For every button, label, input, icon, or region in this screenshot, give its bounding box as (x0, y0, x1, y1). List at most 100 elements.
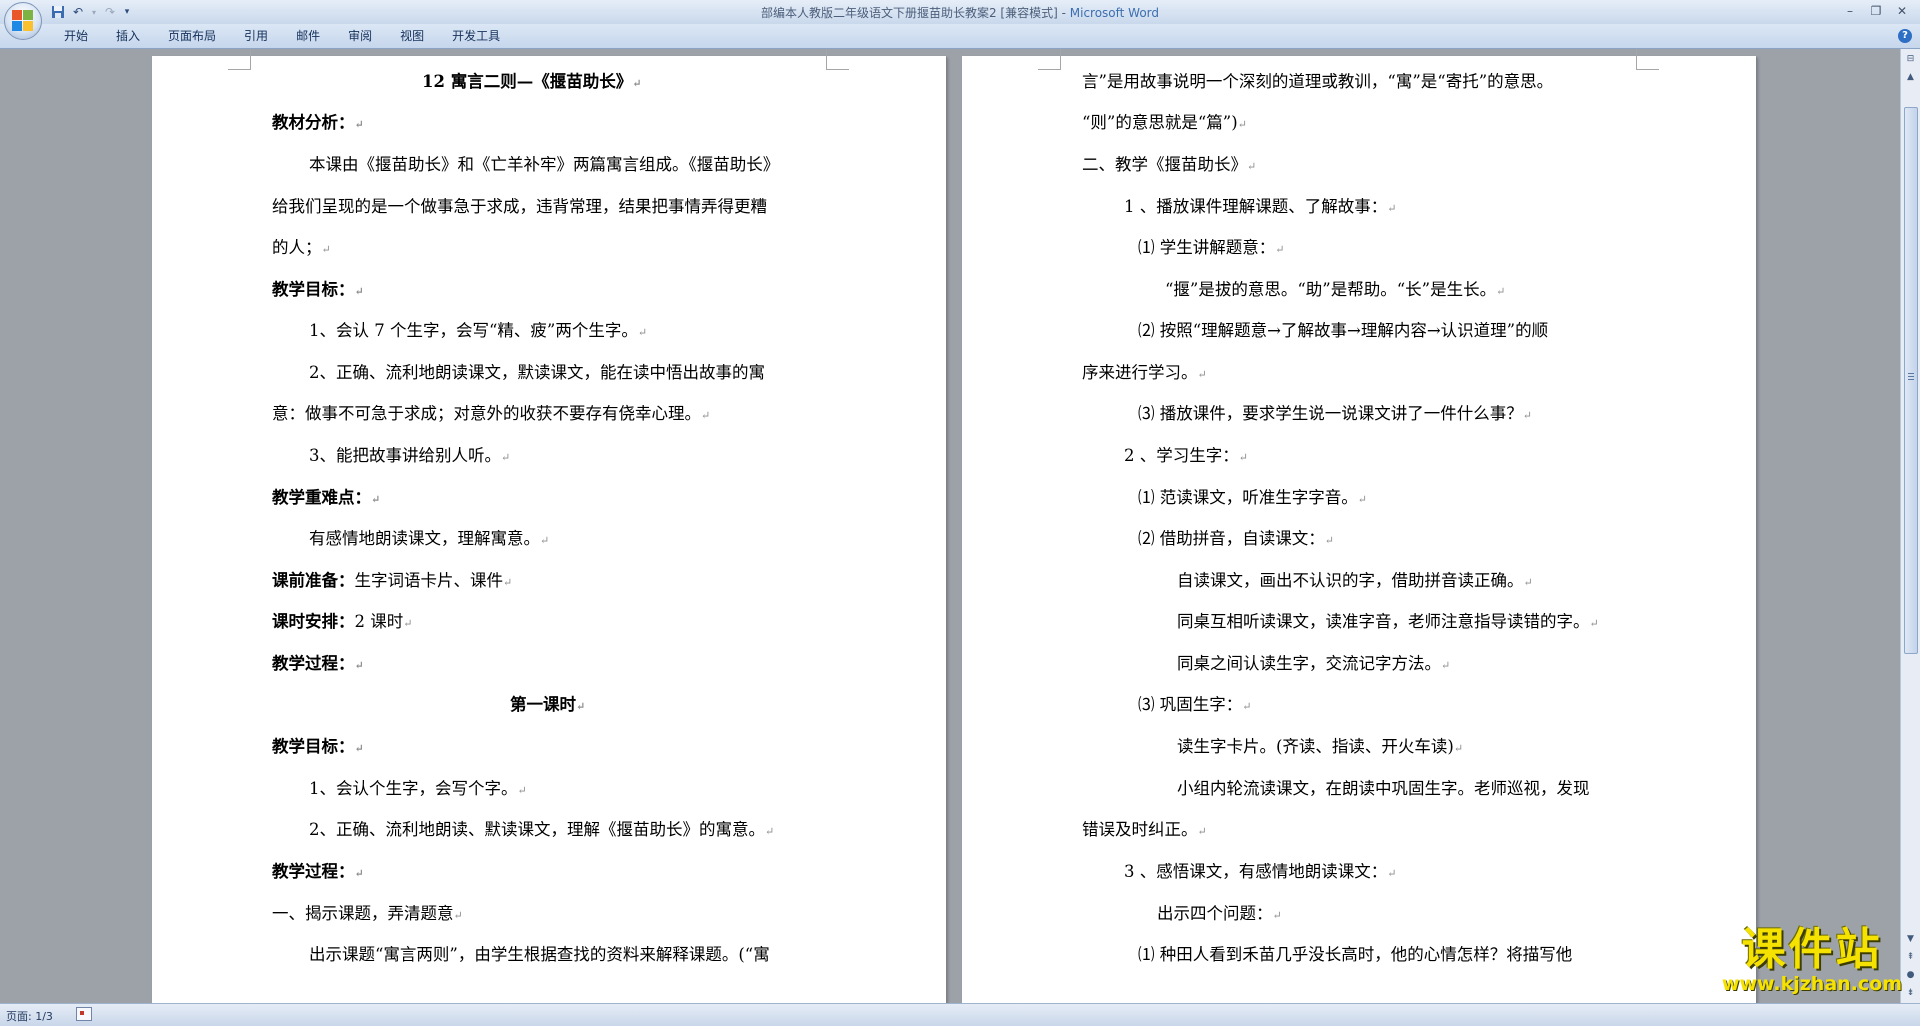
document-page-1[interactable]: 12 寓言二则—《揠苗助长》↵ 教材分析：↵ 本课由《揠苗助长》和《亡羊补牢》两… (152, 49, 946, 1003)
paragraph-mark-icon: ↵ (1522, 409, 1532, 422)
text-line: “则”的意思就是“篇”)↵ (1082, 112, 1247, 136)
line-text: ⑶ 巩固生字： (1138, 695, 1243, 714)
ruler-toggle-icon[interactable]: ⊟ (1902, 51, 1919, 67)
select-browse-object-icon[interactable]: ● (1902, 967, 1919, 983)
paragraph-mark-icon: ↵ (354, 118, 364, 131)
paragraph-mark-icon: ↵ (354, 867, 364, 880)
ribbon-tabs: 开始 插入 页面布局 引用 邮件 审阅 视图 开发工具 (50, 28, 514, 44)
tab-developer[interactable]: 开发工具 (438, 28, 514, 44)
line-text: 生字词语卡片、课件 (354, 571, 504, 590)
line-text: ⑴ 范读课文，听准生字字音。 (1138, 488, 1358, 507)
paragraph-mark-icon: ↵ (1357, 493, 1367, 506)
crop-mark (1038, 49, 1061, 70)
office-logo-icon (12, 10, 34, 32)
text-line: ⑶ 播放课件，要求学生说一说课文讲了一件什么事？↵ (1138, 403, 1532, 427)
app-name: Microsoft Word (1069, 6, 1160, 20)
minimize-icon[interactable]: – (1838, 2, 1862, 20)
paragraph-mark-icon: ↵ (354, 742, 364, 755)
line-text: 2 、学习生字： (1124, 446, 1239, 465)
line-text: 一、揭示课题，弄清题意 (272, 904, 454, 923)
text-line: 自读课文，画出不认识的字，借助拼音读正确。↵ (1177, 570, 1533, 594)
status-bar: 页面: 1/3 (0, 1003, 1920, 1026)
line-text: 同桌互相听读课文，读准字音，老师注意指导读错的字。 (1177, 612, 1590, 631)
watermark-title: 课件站 (1741, 924, 1883, 975)
tab-mailings[interactable]: 邮件 (282, 28, 334, 44)
paragraph-mark-icon: ↵ (517, 784, 527, 797)
tab-references[interactable]: 引用 (230, 28, 282, 44)
line-text: 二、教学《揠苗助长》 (1082, 155, 1247, 174)
tab-insert[interactable]: 插入 (102, 28, 154, 44)
tab-home[interactable]: 开始 (50, 28, 102, 44)
tab-review[interactable]: 审阅 (334, 28, 386, 44)
text-line: 言”是用故事说明一个深刻的道理或教训，“寓”是“寄托”的意思。 (1082, 72, 1554, 91)
line-text: 2 课时 (354, 612, 404, 631)
office-button[interactable] (4, 2, 42, 40)
tab-view[interactable]: 视图 (386, 28, 438, 44)
paragraph-mark-icon: ↵ (1324, 534, 1334, 547)
line-text: 有感情地朗读课文，理解寓意。 (309, 529, 540, 548)
text-line: 2、正确、流利地朗读、默读课文，理解《揠苗助长》的寓意。↵ (309, 819, 774, 843)
scroll-up-icon[interactable]: ▲ (1902, 69, 1919, 85)
line-text: 读生字卡片。(齐读、指读、开火车读) (1177, 737, 1454, 756)
paragraph-mark-icon: ↵ (453, 909, 463, 922)
text-line: 3 、感悟课文，有感情地朗读课文：↵ (1124, 861, 1396, 885)
scrollbar-thumb[interactable] (1904, 107, 1918, 654)
paragraph-mark-icon: ↵ (503, 576, 513, 589)
text-line: 错误及时纠正。↵ (1082, 819, 1207, 843)
window-controls: – ❐ ✕ (1838, 2, 1914, 20)
line-text: ⑶ 播放课件，要求学生说一说课文讲了一件什么事？ (1138, 404, 1523, 423)
paragraph-mark-icon: ↵ (576, 700, 586, 713)
text-line: 1、会认 7 个生字，会写“精、疲”两个生字。↵ (309, 320, 647, 344)
scroll-down-icon[interactable]: ▼ (1902, 931, 1919, 947)
section-heading: 第一课时 (510, 695, 576, 714)
paragraph-mark-icon: ↵ (1197, 825, 1207, 838)
text-line: 同桌之间认读生字，交流记字方法。↵ (1177, 653, 1450, 677)
text-line: 2 、学习生字：↵ (1124, 445, 1248, 469)
close-icon[interactable]: ✕ (1890, 2, 1914, 20)
paragraph-mark-icon: ↵ (1247, 160, 1257, 173)
text-line: 课前准备：生字词语卡片、课件↵ (272, 570, 512, 594)
line-text: 2、正确、流利地朗读、默读课文，理解《揠苗助长》的寓意。 (309, 820, 765, 839)
next-page-icon[interactable]: ⇟ (1902, 985, 1919, 1001)
crop-mark (1636, 49, 1659, 70)
paragraph-mark-icon: ↵ (1237, 118, 1247, 131)
paragraph-mark-icon: ↵ (1523, 576, 1533, 589)
watermark-url: www.kjzhan.com (1721, 973, 1902, 995)
text-line: 本课由《揠苗助长》和《亡羊补牢》两篇寓言组成。《揠苗助长》 (309, 155, 780, 174)
help-icon[interactable]: ? (1898, 29, 1912, 43)
proofing-status-icon[interactable] (76, 1007, 92, 1021)
restore-icon[interactable]: ❐ (1864, 2, 1888, 20)
section-label: 教学目标： (272, 280, 355, 299)
section-label: 教学目标： (272, 737, 355, 756)
paragraph-mark-icon: ↵ (540, 534, 550, 547)
paragraph-mark-icon: ↵ (1242, 700, 1252, 713)
line-text: 同桌之间认读生字，交流记字方法。 (1177, 654, 1441, 673)
previous-page-icon[interactable]: ⇞ (1902, 949, 1919, 965)
vertical-scrollbar[interactable]: ⊟ ▲ ▼ ⇞ ● ⇟ (1900, 49, 1920, 1003)
title-bar: ↶ ▾ ↷ ▾ 部编本人教版二年级语文下册揠苗助长教案2 [兼容模式] - Mi… (0, 0, 1920, 40)
line-text: 3、能把故事讲给别人听。 (309, 446, 501, 465)
line-text: 错误及时纠正。 (1082, 820, 1198, 839)
paragraph-mark-icon: ↵ (1441, 659, 1451, 672)
paragraph-mark-icon: ↵ (1272, 909, 1282, 922)
page-counter[interactable]: 页面: 1/3 (6, 1008, 53, 1024)
paragraph-mark-icon: ↵ (765, 825, 775, 838)
tab-page-layout[interactable]: 页面布局 (154, 28, 230, 44)
paragraph-mark-icon: ↵ (501, 451, 511, 464)
text-line: 小组内轮流读课文，在朗读中巩固生字。老师巡视，发现 (1177, 779, 1590, 798)
ribbon: 开始 插入 页面布局 引用 邮件 审阅 视图 开发工具 ? (0, 24, 1920, 49)
paragraph-mark-icon: ↵ (371, 493, 381, 506)
paragraph-mark-icon: ↵ (632, 77, 642, 90)
line-text: 自读课文，画出不认识的字，借助拼音读正确。 (1177, 571, 1524, 590)
window-title: 部编本人教版二年级语文下册揠苗助长教案2 [兼容模式] - Microsoft … (0, 4, 1920, 21)
text-line: 课时安排：2 课时↵ (272, 611, 412, 635)
grip-icon (1908, 373, 1914, 381)
text-line: 教学目标：↵ (272, 279, 364, 303)
section-label: 教学过程： (272, 654, 355, 673)
line-text: 1 、播放课件理解课题、了解故事： (1124, 197, 1388, 216)
document-page-2[interactable]: 言”是用故事说明一个深刻的道理或教训，“寓”是“寄托”的意思。 “则”的意思就是… (962, 49, 1756, 1003)
text-line: 同桌互相听读课文，读准字音，老师注意指导读错的字。↵ (1177, 611, 1599, 635)
line-text: “揠”是拔的意思。“助”是帮助。“长”是生长。 (1165, 280, 1497, 299)
section-label: 教材分析： (272, 113, 355, 132)
paragraph-mark-icon: ↵ (1496, 285, 1506, 298)
